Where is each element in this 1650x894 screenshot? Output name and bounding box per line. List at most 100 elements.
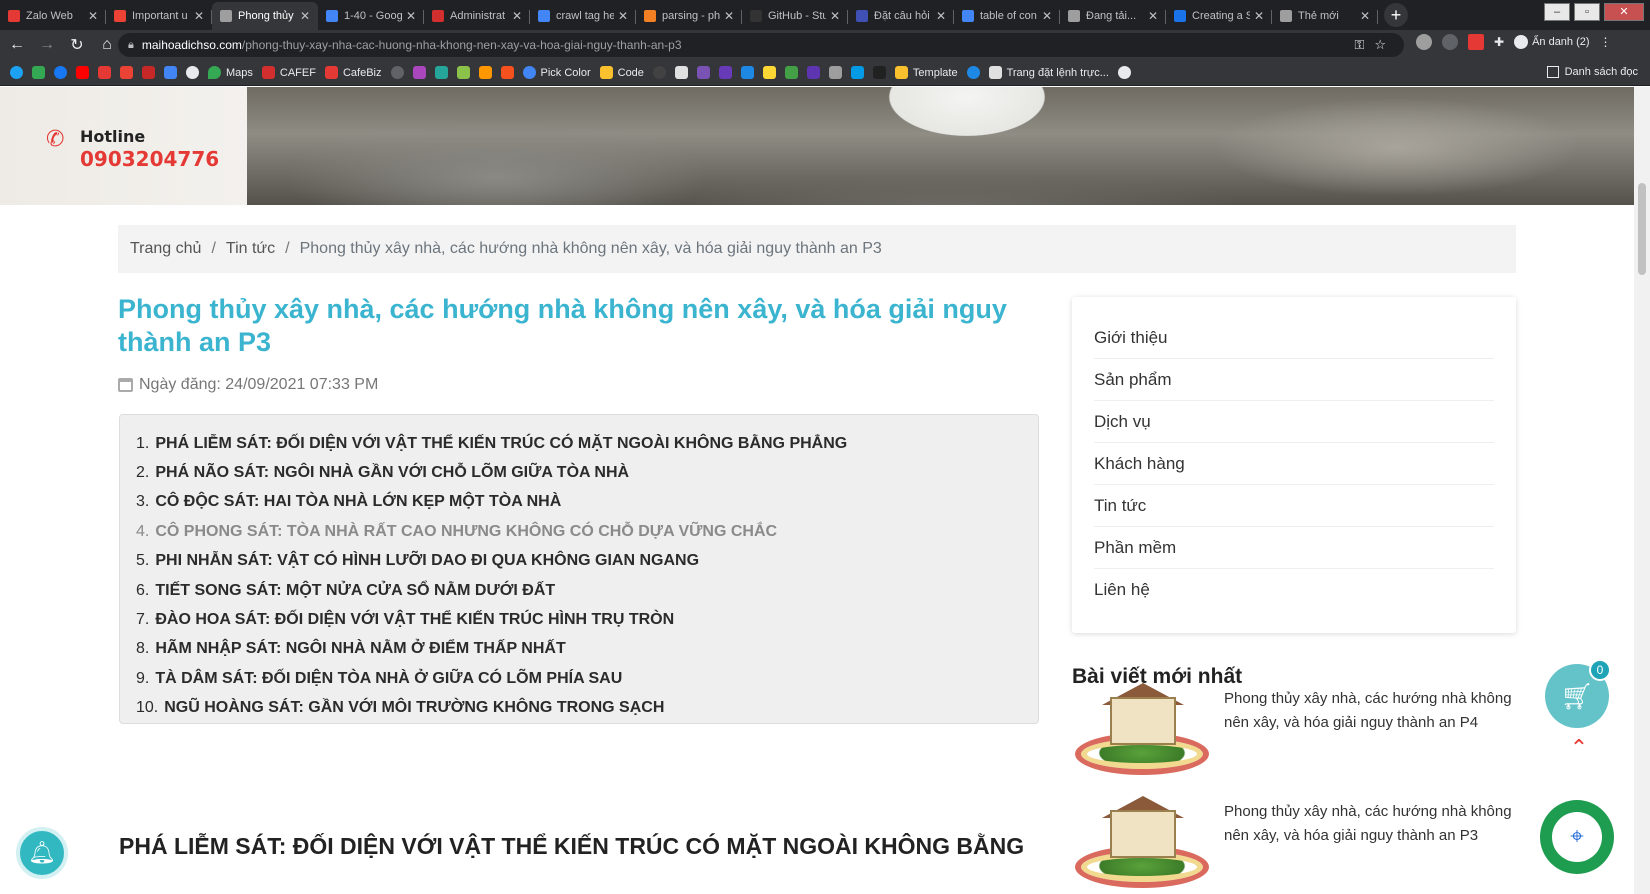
bookmark-misc8[interactable] (652, 66, 666, 79)
bookmark-gmail[interactable] (120, 66, 133, 79)
extension-icon[interactable] (1416, 34, 1432, 50)
tab-close-icon[interactable]: ✕ (1148, 9, 1158, 23)
sidebar-menu-item[interactable]: Khách hàng (1094, 443, 1494, 485)
tab-close-icon[interactable]: ✕ (1042, 9, 1052, 23)
bookmark-facebook[interactable] (54, 66, 67, 79)
bookmark-misc4[interactable] (434, 66, 448, 79)
bookmark-code[interactable]: Code (599, 66, 644, 79)
toc-item[interactable]: 9. TÀ DÂM SÁT: ĐỐI DIỆN TÒA NHÀ Ở GIỮA CÓ… (136, 664, 1038, 693)
toc-link[interactable]: TÀ DÂM SÁT: ĐỐI DIỆN TÒA NHÀ Ở GIỮA CÓ L… (155, 670, 622, 688)
bookmark-misc18[interactable] (966, 66, 980, 79)
sidebar-menu-item[interactable]: Giới thiệu (1094, 317, 1494, 359)
toc-item[interactable]: 7. ĐÀO HOA SÁT: ĐỐI DIỆN VỚI VẬT THỂ KIẾN… (136, 605, 1038, 634)
toc-link[interactable]: HÃM NHẬP SÁT: NGÔI NHÀ NẰM Ở ĐIỂM THẤP N… (155, 640, 565, 658)
breadcrumb-home[interactable]: Trang chủ (130, 240, 201, 258)
tab-close-icon[interactable]: ✕ (724, 9, 734, 23)
bookmark-misc14[interactable] (806, 66, 820, 79)
new-tab-button[interactable]: + (1384, 3, 1408, 27)
forward-icon[interactable]: → (34, 36, 60, 54)
scrollbar-thumb[interactable] (1638, 183, 1646, 275)
bookmark-cafef[interactable]: CAFEF (261, 66, 316, 79)
tab-close-icon[interactable]: ✕ (194, 9, 204, 23)
toc-link[interactable]: TIẾT SONG SÁT: MỘT NỬA CỬA SỔ NẰM DƯỚI Đ… (155, 582, 555, 600)
bookmark-pick-color[interactable]: Pick Color (522, 66, 591, 79)
bookmark-bootstrap[interactable] (696, 66, 710, 79)
toc-item[interactable]: 1. PHÁ LIỄM SÁT: ĐỐI DIỆN VỚI VẬT THỂ KIẾ… (136, 429, 1038, 458)
bookmark-misc5[interactable] (456, 66, 470, 79)
sidebar-menu-item[interactable]: Tin tức (1094, 485, 1494, 527)
bookmark-misc12[interactable] (762, 66, 776, 79)
sidebar-menu-item[interactable]: Sản phẩm (1094, 359, 1494, 401)
toc-item[interactable]: 2. PHÁ NÃO SÁT: NGÔI NHÀ GẦN VỚI CHỖ LÕM … (136, 458, 1038, 487)
toc-item[interactable]: 8. HÃM NHẬP SÁT: NGÔI NHÀ NẰM Ở ĐIỂM THẤP… (136, 635, 1038, 664)
reload-icon[interactable]: ↻ (64, 35, 90, 55)
bookmark-template[interactable]: Template (894, 66, 958, 79)
browser-tab[interactable]: table of con ✕ (954, 2, 1060, 30)
post-title-link[interactable]: Phong thủy xây nhà, các hướng nhà không … (1224, 683, 1516, 783)
incognito-profile[interactable]: Ẩn danh (2) (1514, 35, 1590, 49)
page-scrollbar[interactable] (1634, 87, 1650, 894)
minimize-button[interactable]: – (1544, 3, 1570, 21)
bookmark-misc7[interactable] (500, 66, 514, 79)
browser-tab[interactable]: Important u ✕ (106, 2, 212, 30)
toc-item[interactable]: 10. NGŨ HOÀNG SÁT: GẦN VỚI MÔI TRƯỜNG KHÔ… (136, 694, 1038, 723)
home-icon[interactable]: ⌂ (94, 36, 120, 54)
post-thumbnail[interactable] (1072, 683, 1212, 779)
toc-link[interactable]: PHÁ LIỄM SÁT: ĐỐI DIỆN VỚI VẬT THỂ KIẾN … (155, 435, 847, 453)
browser-tab[interactable]: Đang tải... ✕ (1060, 2, 1166, 30)
toc-link[interactable]: PHI NHẪN SÁT: VẬT CÓ HÌNH LƯỠI DAO ĐI QU… (155, 552, 699, 570)
recent-post[interactable]: Phong thủy xây nhà, các hướng nhà không … (1072, 683, 1516, 783)
menu-dots-icon[interactable]: ⋮ (1600, 35, 1612, 49)
tab-close-icon[interactable]: ✕ (88, 9, 98, 23)
bookmark-twitter[interactable] (10, 66, 23, 79)
bookmark-misc11[interactable] (740, 66, 754, 79)
toc-item[interactable]: 4. CÔ PHONG SÁT: TÒA NHÀ RẤT CAO NHƯNG KH… (136, 517, 1038, 546)
browser-tab[interactable]: parsing - ph ✕ (636, 2, 742, 30)
tab-close-icon[interactable]: ✕ (936, 9, 946, 23)
toc-link[interactable]: PHÁ NÃO SÁT: NGÔI NHÀ GẦN VỚI CHỖ LÕM GI… (155, 464, 629, 482)
bookmark-misc17[interactable] (872, 66, 886, 79)
toc-link[interactable]: CÔ ĐỘC SÁT: HAI TÒA NHÀ LỚN KẸP MỘT TÒA … (155, 493, 561, 511)
tab-close-icon[interactable]: ✕ (1254, 9, 1264, 23)
tab-close-icon[interactable]: ✕ (1360, 9, 1370, 23)
browser-tab[interactable]: crawl tag he ✕ (530, 2, 636, 30)
bookmark-misc19[interactable] (1117, 66, 1131, 79)
browser-tab[interactable]: Phong thủy ✕ (212, 2, 318, 30)
sidebar-menu-item[interactable]: Dịch vụ (1094, 401, 1494, 443)
back-icon[interactable]: ← (4, 36, 30, 54)
notification-bell-button[interactable]: 🔔︎ (16, 827, 68, 879)
bookmark-misc15[interactable] (828, 66, 842, 79)
recent-post[interactable]: Phong thủy xây nhà, các hướng nhà không … (1072, 796, 1516, 894)
bookmark-misc1[interactable] (142, 66, 155, 79)
tab-close-icon[interactable]: ✕ (618, 9, 628, 23)
scroll-to-top-icon[interactable]: ⌃ (1566, 735, 1592, 761)
breadcrumb-category[interactable]: Tin tức (226, 240, 275, 258)
sidebar-menu-item[interactable]: Phần mềm (1094, 527, 1494, 569)
lock-icon[interactable]: 🔒︎ (128, 39, 134, 52)
bookmark-misc13[interactable] (784, 66, 798, 79)
tab-close-icon[interactable]: ✕ (512, 9, 522, 23)
post-title-link[interactable]: Phong thủy xây nhà, các hướng nhà không … (1224, 796, 1516, 894)
bookmark-youtube[interactable] (76, 66, 89, 79)
browser-tab[interactable]: Creating a S ✕ (1166, 2, 1272, 30)
bookmark-cafebiz[interactable]: CafeBiz (324, 66, 382, 79)
extension-icon[interactable] (1442, 34, 1458, 50)
bookmark-misc6[interactable] (478, 66, 492, 79)
toc-item[interactable]: 5. PHI NHẪN SÁT: VẬT CÓ HÌNH LƯỠI DAO ĐI … (136, 547, 1038, 576)
bookmark-misc10[interactable] (718, 66, 732, 79)
browser-tab[interactable]: Thẻ mới ✕ (1272, 2, 1378, 30)
post-thumbnail[interactable] (1072, 796, 1212, 892)
hotline[interactable]: ✆ Hotline 0903204776 (46, 127, 219, 172)
bookmark-trading[interactable]: Trang đặt lệnh trực... (988, 66, 1109, 79)
sidebar-menu-item[interactable]: Liên hệ (1094, 569, 1494, 611)
address-bar[interactable]: 🔒︎ maihoadichso.com/phong-thuy-xay-nha-c… (118, 33, 1404, 57)
tab-close-icon[interactable]: ✕ (300, 9, 310, 23)
toc-item[interactable]: 3. CÔ ĐỘC SÁT: HAI TÒA NHÀ LỚN KẸP MỘT TÒ… (136, 488, 1038, 517)
browser-tab[interactable]: Administrat ✕ (424, 2, 530, 30)
browser-tab[interactable]: Đặt câu hỏi ✕ (848, 2, 954, 30)
tab-close-icon[interactable]: ✕ (406, 9, 416, 23)
hotline-number[interactable]: 0903204776 (80, 147, 219, 171)
close-window-button[interactable]: ✕ (1604, 3, 1644, 21)
browser-tab[interactable]: GitHub - Stu ✕ (742, 2, 848, 30)
bookmark-messenger[interactable] (186, 66, 199, 79)
